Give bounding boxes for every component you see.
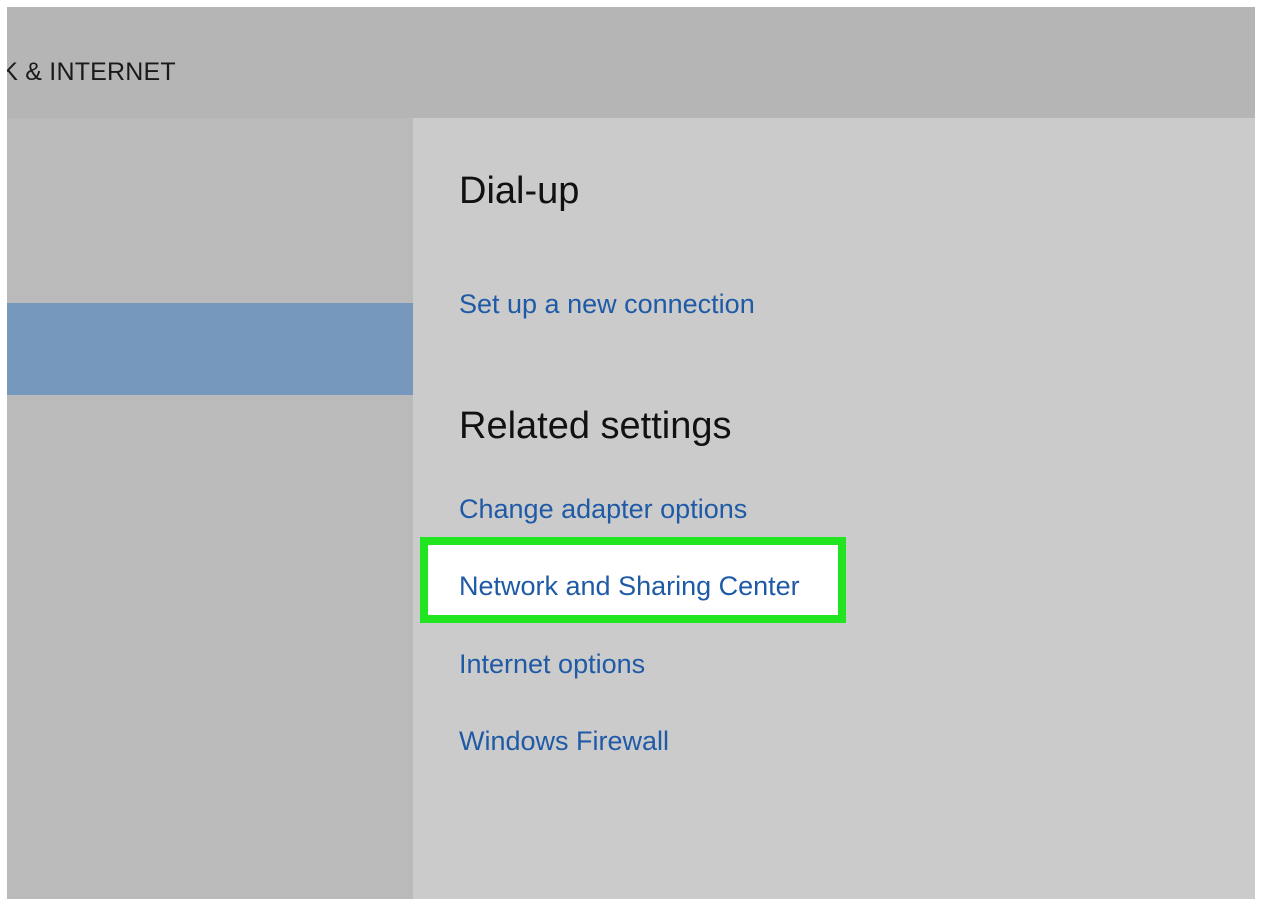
- internet-options-link[interactable]: Internet options: [459, 649, 645, 680]
- dialup-heading: Dial-up: [459, 170, 580, 212]
- related-settings-heading: Related settings: [459, 405, 732, 447]
- network-and-sharing-center-link[interactable]: Network and Sharing Center: [459, 571, 800, 602]
- set-up-new-connection-link[interactable]: Set up a new connection: [459, 289, 755, 320]
- header-bar: RK & INTERNET: [7, 7, 1255, 118]
- sidebar: [7, 118, 413, 899]
- page-title: RK & INTERNET: [7, 58, 176, 86]
- windows-firewall-link[interactable]: Windows Firewall: [459, 726, 669, 757]
- sidebar-item-selected[interactable]: [7, 303, 413, 395]
- settings-window: RK & INTERNET Dial-up Set up a new conne…: [7, 7, 1255, 899]
- change-adapter-options-link[interactable]: Change adapter options: [459, 494, 747, 525]
- main-content: Dial-up Set up a new connection Related …: [413, 118, 1255, 899]
